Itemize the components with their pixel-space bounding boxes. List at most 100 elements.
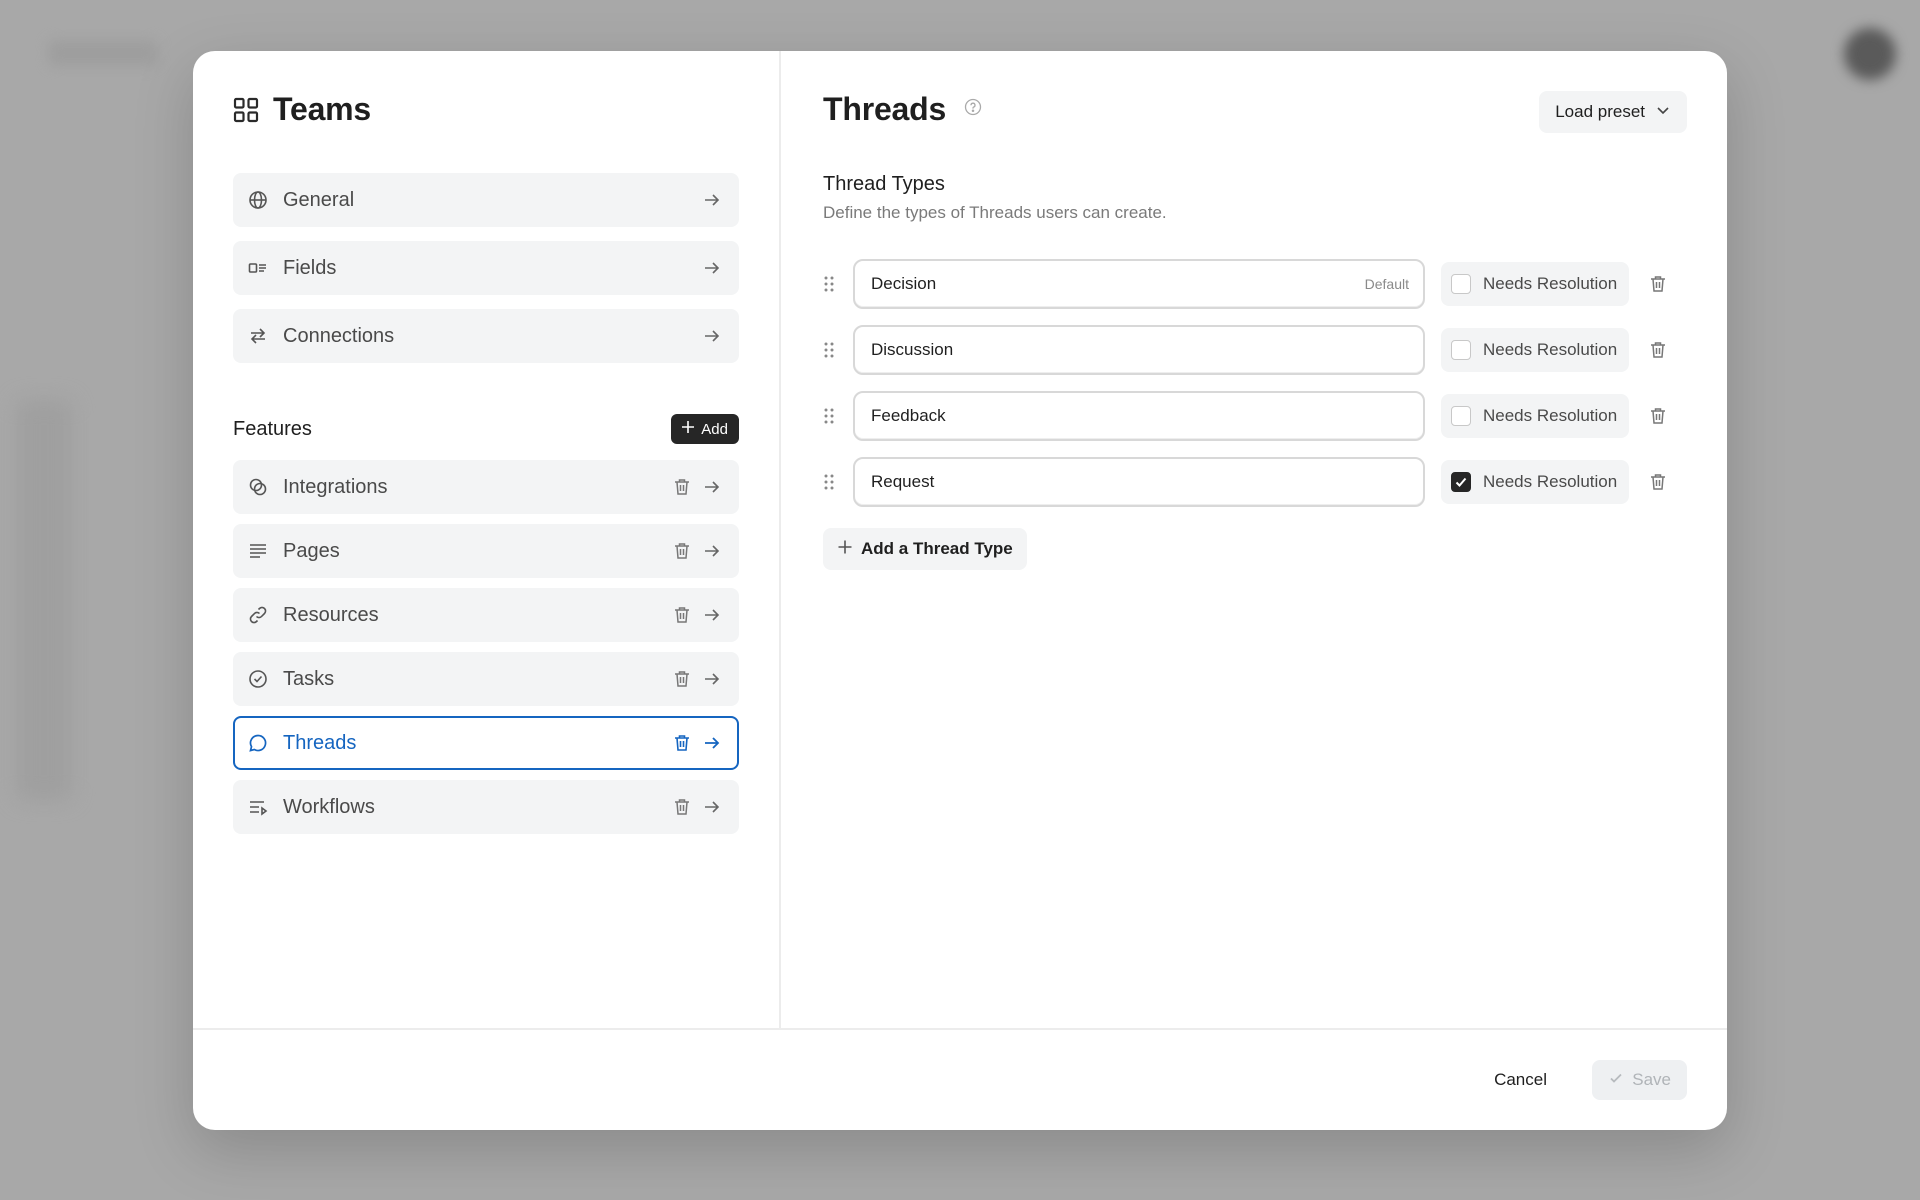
thread-type-name-input[interactable]: Request xyxy=(853,457,1425,507)
needs-resolution-checkbox[interactable] xyxy=(1451,340,1471,360)
feature-item-label: Tasks xyxy=(283,667,335,690)
thread-type-name-input[interactable]: Discussion xyxy=(853,325,1425,375)
chevron-down-icon xyxy=(1655,102,1671,123)
needs-resolution-label: Needs Resolution xyxy=(1483,472,1618,491)
section-description: Define the types of Threads users can cr… xyxy=(823,203,1167,222)
needs-resolution-toggle[interactable]: Needs Resolution xyxy=(1441,262,1629,306)
load-preset-label: Load preset xyxy=(1555,102,1645,121)
arrow-right-icon[interactable] xyxy=(701,476,723,498)
globe-icon xyxy=(247,189,269,211)
background-sidebar xyxy=(16,400,72,800)
needs-resolution-toggle[interactable]: Needs Resolution xyxy=(1441,460,1629,504)
thread-type-name: Discussion xyxy=(871,340,954,359)
features-title: Features xyxy=(233,417,312,440)
background-avatar xyxy=(1844,28,1896,80)
drag-handle-icon[interactable] xyxy=(823,259,843,309)
check-icon xyxy=(1608,1070,1624,1091)
default-badge: Default xyxy=(1364,276,1409,292)
cancel-button[interactable]: Cancel xyxy=(1480,1060,1561,1100)
needs-resolution-label: Needs Resolution xyxy=(1483,406,1618,425)
drag-handle-icon[interactable] xyxy=(823,457,843,507)
fields-icon xyxy=(247,257,269,279)
load-preset-button[interactable]: Load preset xyxy=(1539,91,1687,133)
features-header: Features Add xyxy=(233,412,739,446)
feature-item-label: Pages xyxy=(283,539,340,562)
left-title: Teams xyxy=(273,91,372,127)
trash-icon[interactable] xyxy=(671,540,693,562)
arrow-right-icon[interactable] xyxy=(701,257,723,279)
nav-item-fields[interactable]: Fields xyxy=(233,241,739,295)
trash-icon[interactable] xyxy=(1647,339,1669,361)
nav-item-general[interactable]: General xyxy=(233,173,739,227)
swap-arrows-icon xyxy=(247,325,269,347)
save-button[interactable]: Save xyxy=(1592,1060,1687,1100)
link-icon xyxy=(247,604,269,626)
left-title-row: Teams xyxy=(233,91,371,128)
arrow-right-icon[interactable] xyxy=(701,325,723,347)
help-icon[interactable] xyxy=(964,98,982,121)
arrow-right-icon[interactable] xyxy=(701,668,723,690)
thread-type-row: Request Needs Resolution xyxy=(823,457,1683,507)
plus-icon xyxy=(837,539,853,560)
check-circle-icon xyxy=(247,668,269,690)
thread-type-name-input[interactable]: Feedback xyxy=(853,391,1425,441)
feature-item-label: Integrations xyxy=(283,475,388,498)
thread-type-name: Decision xyxy=(871,274,937,293)
integrations-icon xyxy=(247,476,269,498)
trash-icon[interactable] xyxy=(671,732,693,754)
drag-handle-icon[interactable] xyxy=(823,325,843,375)
needs-resolution-checkbox[interactable] xyxy=(1451,274,1471,294)
arrow-right-icon[interactable] xyxy=(701,604,723,626)
feature-item-workflows[interactable]: Workflows xyxy=(233,780,739,834)
trash-icon[interactable] xyxy=(671,668,693,690)
trash-icon[interactable] xyxy=(671,796,693,818)
add-thread-type-button[interactable]: Add a Thread Type xyxy=(823,528,1027,570)
thread-type-name: Feedback xyxy=(871,406,946,425)
background-logo xyxy=(48,40,158,66)
right-title-row: Threads xyxy=(823,91,982,128)
arrow-right-icon[interactable] xyxy=(701,732,723,754)
thread-type-row: Discussion Needs Resolution xyxy=(823,325,1683,375)
nav-item-label: General xyxy=(283,188,355,211)
grid-icon xyxy=(233,97,259,123)
needs-resolution-toggle[interactable]: Needs Resolution xyxy=(1441,328,1629,372)
trash-icon[interactable] xyxy=(671,604,693,626)
thread-type-row: Decision Default Needs Resolution xyxy=(823,259,1683,309)
arrow-right-icon[interactable] xyxy=(701,540,723,562)
feature-item-label: Resources xyxy=(283,603,379,626)
section-title: Thread Types xyxy=(823,173,945,195)
left-pane: Teams General Fields Connections Feature… xyxy=(193,51,781,1028)
modal-footer: Cancel Save xyxy=(193,1028,1727,1130)
nav-item-connections[interactable]: Connections xyxy=(233,309,739,363)
needs-resolution-label: Needs Resolution xyxy=(1483,340,1618,359)
chat-bubble-icon xyxy=(247,732,269,754)
trash-icon[interactable] xyxy=(1647,405,1669,427)
trash-icon[interactable] xyxy=(1647,471,1669,493)
feature-item-integrations[interactable]: Integrations xyxy=(233,460,739,514)
save-label: Save xyxy=(1632,1070,1671,1089)
right-title: Threads xyxy=(823,91,947,127)
settings-modal: Teams General Fields Connections Feature… xyxy=(193,51,1727,1130)
add-thread-type-label: Add a Thread Type xyxy=(861,539,1013,558)
feature-item-pages[interactable]: Pages xyxy=(233,524,739,578)
add-feature-label: Add xyxy=(701,420,728,438)
trash-icon[interactable] xyxy=(671,476,693,498)
arrow-right-icon[interactable] xyxy=(701,796,723,818)
arrow-right-icon[interactable] xyxy=(701,189,723,211)
feature-item-resources[interactable]: Resources xyxy=(233,588,739,642)
plus-icon xyxy=(681,420,695,438)
add-feature-button[interactable]: Add xyxy=(671,414,739,444)
needs-resolution-checkbox[interactable] xyxy=(1451,472,1471,492)
thread-type-name-input[interactable]: Decision Default xyxy=(853,259,1425,309)
trash-icon[interactable] xyxy=(1647,273,1669,295)
feature-item-tasks[interactable]: Tasks xyxy=(233,652,739,706)
nav-item-label: Connections xyxy=(283,324,395,347)
needs-resolution-label: Needs Resolution xyxy=(1483,274,1618,293)
feature-item-label: Threads xyxy=(283,731,357,754)
right-pane: Threads Load preset Thread Types Define … xyxy=(783,51,1727,1028)
needs-resolution-checkbox[interactable] xyxy=(1451,406,1471,426)
text-lines-icon xyxy=(247,540,269,562)
needs-resolution-toggle[interactable]: Needs Resolution xyxy=(1441,394,1629,438)
drag-handle-icon[interactable] xyxy=(823,391,843,441)
feature-item-threads[interactable]: Threads xyxy=(233,716,739,770)
